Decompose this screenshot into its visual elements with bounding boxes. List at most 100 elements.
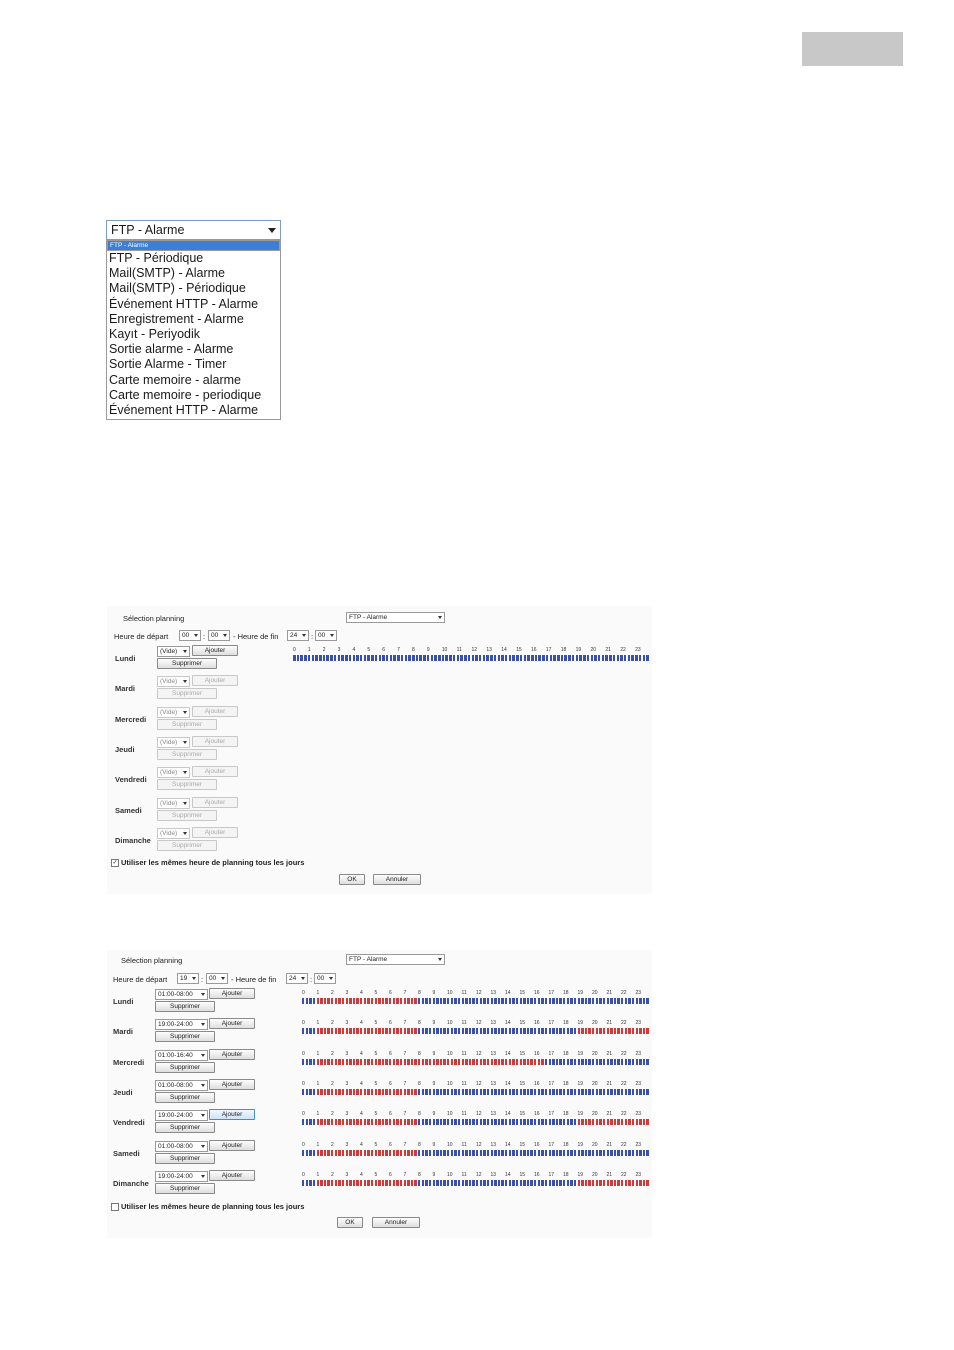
inactive-slot[interactable] xyxy=(296,655,300,661)
inactive-slot[interactable] xyxy=(454,1028,457,1035)
inactive-slot[interactable] xyxy=(423,655,426,661)
active-slot[interactable] xyxy=(439,1058,443,1065)
active-slot[interactable] xyxy=(327,1149,330,1156)
active-slot[interactable] xyxy=(341,998,345,1004)
active-slot[interactable] xyxy=(389,1028,392,1035)
inactive-slot[interactable] xyxy=(610,998,613,1004)
inactive-slot[interactable] xyxy=(639,1149,642,1156)
active-slot[interactable] xyxy=(613,1179,617,1186)
active-slot[interactable] xyxy=(381,1119,385,1126)
end-hour-select[interactable]: 24 xyxy=(287,630,309,641)
inactive-slot[interactable] xyxy=(439,1088,443,1095)
active-slot[interactable] xyxy=(577,1179,580,1186)
inactive-slot[interactable] xyxy=(573,1149,577,1156)
active-slot[interactable] xyxy=(345,1119,348,1126)
inactive-slot[interactable] xyxy=(450,1088,454,1095)
active-slot[interactable] xyxy=(370,1088,374,1095)
chevron-down-icon[interactable] xyxy=(302,634,306,637)
inactive-slot[interactable] xyxy=(581,1088,584,1095)
active-slot[interactable] xyxy=(584,1028,588,1035)
active-slot[interactable] xyxy=(646,1119,649,1126)
inactive-slot[interactable] xyxy=(512,1088,515,1095)
inactive-slot[interactable] xyxy=(544,998,548,1004)
active-slot[interactable] xyxy=(392,998,396,1004)
inactive-slot[interactable] xyxy=(497,1028,501,1035)
inactive-slot[interactable] xyxy=(563,1028,566,1035)
inactive-slot[interactable] xyxy=(447,1088,450,1095)
inactive-slot[interactable] xyxy=(465,1028,468,1035)
inactive-slot[interactable] xyxy=(494,1088,497,1095)
active-slot[interactable] xyxy=(378,998,381,1004)
inactive-slot[interactable] xyxy=(617,998,620,1004)
active-slot[interactable] xyxy=(396,1179,399,1186)
inactive-slot[interactable] xyxy=(508,1088,512,1095)
active-slot[interactable] xyxy=(341,1149,345,1156)
day-range-select[interactable]: 01:00-08:00 xyxy=(155,1140,208,1152)
inactive-slot[interactable] xyxy=(505,1149,508,1156)
active-slot[interactable] xyxy=(613,1028,617,1035)
inactive-slot[interactable] xyxy=(613,1149,617,1156)
inactive-slot[interactable] xyxy=(555,1149,559,1156)
inactive-slot[interactable] xyxy=(581,1058,584,1065)
inactive-slot[interactable] xyxy=(642,1058,646,1065)
active-slot[interactable] xyxy=(407,1149,410,1156)
active-slot[interactable] xyxy=(588,1119,591,1126)
chevron-down-icon[interactable] xyxy=(330,634,334,637)
active-slot[interactable] xyxy=(385,998,388,1004)
inactive-slot[interactable] xyxy=(523,998,526,1004)
active-slot[interactable] xyxy=(349,1149,352,1156)
inactive-slot[interactable] xyxy=(494,1119,497,1126)
inactive-slot[interactable] xyxy=(302,1028,305,1035)
inactive-slot[interactable] xyxy=(515,1088,519,1095)
active-slot[interactable] xyxy=(316,1179,319,1186)
inactive-slot[interactable] xyxy=(519,655,523,661)
inactive-slot[interactable] xyxy=(497,1119,501,1126)
inactive-slot[interactable] xyxy=(628,1149,631,1156)
active-slot[interactable] xyxy=(316,1149,319,1156)
active-slot[interactable] xyxy=(479,1058,483,1065)
inactive-slot[interactable] xyxy=(505,1088,508,1095)
active-slot[interactable] xyxy=(624,1119,628,1126)
inactive-slot[interactable] xyxy=(638,655,642,661)
inactive-slot[interactable] xyxy=(526,1149,530,1156)
inactive-slot[interactable] xyxy=(592,1058,595,1065)
inactive-slot[interactable] xyxy=(418,1149,421,1156)
inactive-slot[interactable] xyxy=(599,1088,602,1095)
inactive-slot[interactable] xyxy=(523,1028,526,1035)
inactive-slot[interactable] xyxy=(505,1119,508,1126)
active-slot[interactable] xyxy=(316,1058,319,1065)
active-slot[interactable] xyxy=(414,1058,417,1065)
inactive-slot[interactable] xyxy=(584,1149,588,1156)
inactive-slot[interactable] xyxy=(476,1179,479,1186)
active-slot[interactable] xyxy=(345,1028,348,1035)
inactive-slot[interactable] xyxy=(563,998,566,1004)
inactive-slot[interactable] xyxy=(421,1179,425,1186)
inactive-slot[interactable] xyxy=(552,1088,555,1095)
inactive-slot[interactable] xyxy=(450,1028,454,1035)
active-slot[interactable] xyxy=(356,1149,359,1156)
inactive-slot[interactable] xyxy=(454,1149,457,1156)
inactive-slot[interactable] xyxy=(418,998,421,1004)
inactive-slot[interactable] xyxy=(613,1088,617,1095)
inactive-slot[interactable] xyxy=(497,1179,501,1186)
active-slot[interactable] xyxy=(334,1058,338,1065)
inactive-slot[interactable] xyxy=(302,1119,305,1126)
inactive-slot[interactable] xyxy=(639,998,642,1004)
active-slot[interactable] xyxy=(378,1149,381,1156)
inactive-slot[interactable] xyxy=(541,1088,544,1095)
inactive-slot[interactable] xyxy=(494,1149,497,1156)
active-slot[interactable] xyxy=(399,1119,403,1126)
inactive-slot[interactable] xyxy=(570,1058,573,1065)
inactive-slot[interactable] xyxy=(616,655,620,661)
inactive-slot[interactable] xyxy=(472,1088,475,1095)
active-slot[interactable] xyxy=(534,1058,537,1065)
inactive-slot[interactable] xyxy=(505,1028,508,1035)
inactive-slot[interactable] xyxy=(494,998,497,1004)
inactive-slot[interactable] xyxy=(544,1058,548,1065)
inactive-slot[interactable] xyxy=(573,1179,577,1186)
inactive-slot[interactable] xyxy=(418,1088,421,1095)
active-slot[interactable] xyxy=(407,1119,410,1126)
inactive-slot[interactable] xyxy=(512,1179,515,1186)
inactive-slot[interactable] xyxy=(555,1179,559,1186)
active-slot[interactable] xyxy=(410,1088,414,1095)
